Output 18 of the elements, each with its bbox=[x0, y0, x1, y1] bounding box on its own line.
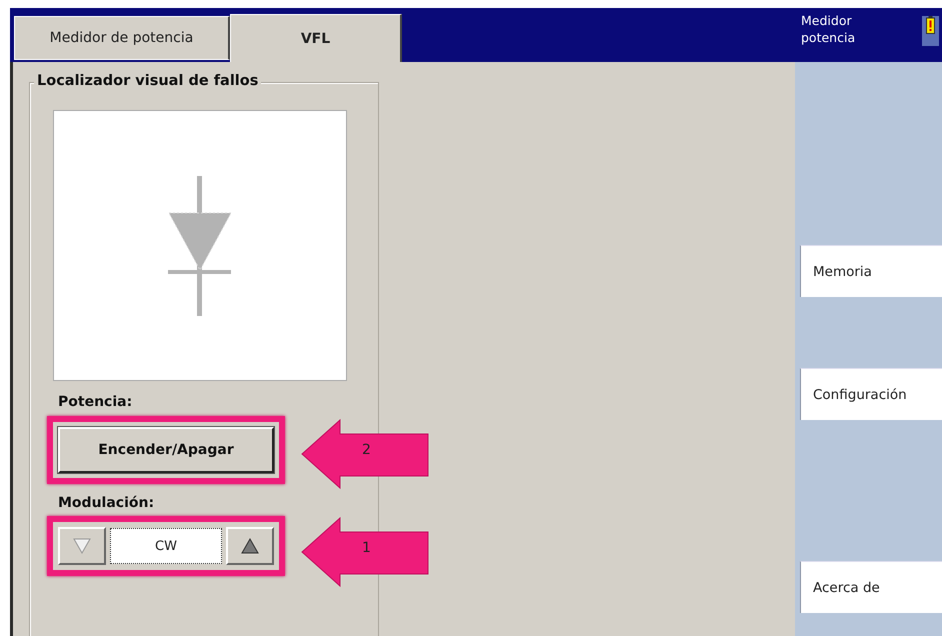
value-field[interactable]: CW bbox=[110, 528, 222, 564]
power-button[interactable]: Encender/Apagar bbox=[58, 427, 274, 473]
field-label: Potencia: bbox=[58, 394, 132, 410]
up-triangle-icon bbox=[241, 538, 259, 554]
tab[interactable]: Medidor de potencia bbox=[14, 16, 230, 60]
down-triangle-icon bbox=[73, 538, 91, 554]
diode-icon bbox=[167, 176, 233, 316]
menu-button[interactable]: Configuración bbox=[800, 368, 942, 420]
menu-button[interactable]: Memoria bbox=[800, 245, 942, 297]
callout-arrow-icon bbox=[300, 516, 430, 588]
tab[interactable]: VFL bbox=[230, 14, 402, 62]
callout-number: 2 bbox=[362, 442, 371, 458]
callout-number: 1 bbox=[362, 540, 371, 556]
panel-title: Medidor potencia bbox=[801, 12, 856, 46]
menu-button[interactable]: Acerca de bbox=[800, 561, 942, 613]
callout-arrow-icon bbox=[300, 418, 430, 490]
field-label: Modulación: bbox=[58, 495, 154, 511]
increase-button[interactable] bbox=[226, 527, 274, 565]
